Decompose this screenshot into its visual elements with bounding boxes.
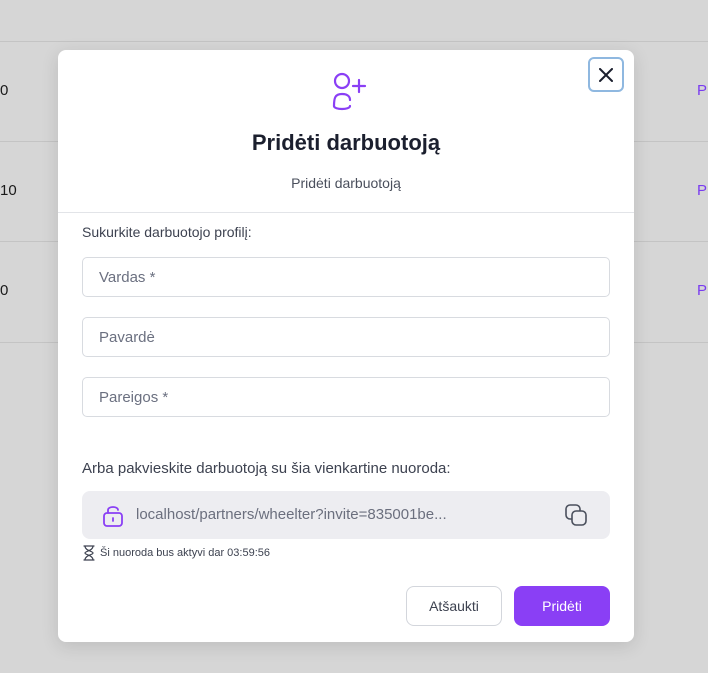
profile-section-label: Sukurkite darbuotojo profilį: [82,224,252,240]
invite-label: Arba pakvieskite darbuotoją su šia vienk… [82,460,451,477]
position-input[interactable] [82,377,610,417]
header-divider [58,212,634,213]
table-link[interactable]: P [697,282,707,299]
table-cell: 0 [0,282,9,299]
add-employee-modal: Pridėti darbuotoją Pridėti darbuotoją Su… [58,50,634,642]
add-button[interactable]: Pridėti [514,586,610,626]
table-link[interactable]: P [697,182,707,199]
table-cell: 10 [0,182,17,199]
copy-icon[interactable] [564,503,588,527]
table-link[interactable]: P [697,82,707,99]
close-button[interactable] [588,57,624,92]
first-name-input[interactable] [82,257,610,297]
modal-subtitle: Pridėti darbuotoją [291,175,401,191]
expiry-text: Ši nuoroda bus aktyvi dar 03:59:56 [100,547,271,559]
last-name-input[interactable] [82,317,610,357]
hourglass-icon [83,545,95,561]
table-cell: 0 [0,82,9,99]
lock-icon [103,506,123,527]
close-icon [599,67,613,82]
cancel-button[interactable]: Atšaukti [406,586,502,626]
link-expiry: Ši nuoroda bus aktyvi dar 03:59:56 [82,545,270,561]
invite-link-text[interactable]: localhost/partners/wheelter?invite=83500… [136,506,447,523]
modal-title: Pridėti darbuotoją [251,130,441,155]
table-divider [0,41,708,42]
invite-link-box: localhost/partners/wheelter?invite=83500… [82,491,610,539]
user-plus-icon [332,72,367,111]
